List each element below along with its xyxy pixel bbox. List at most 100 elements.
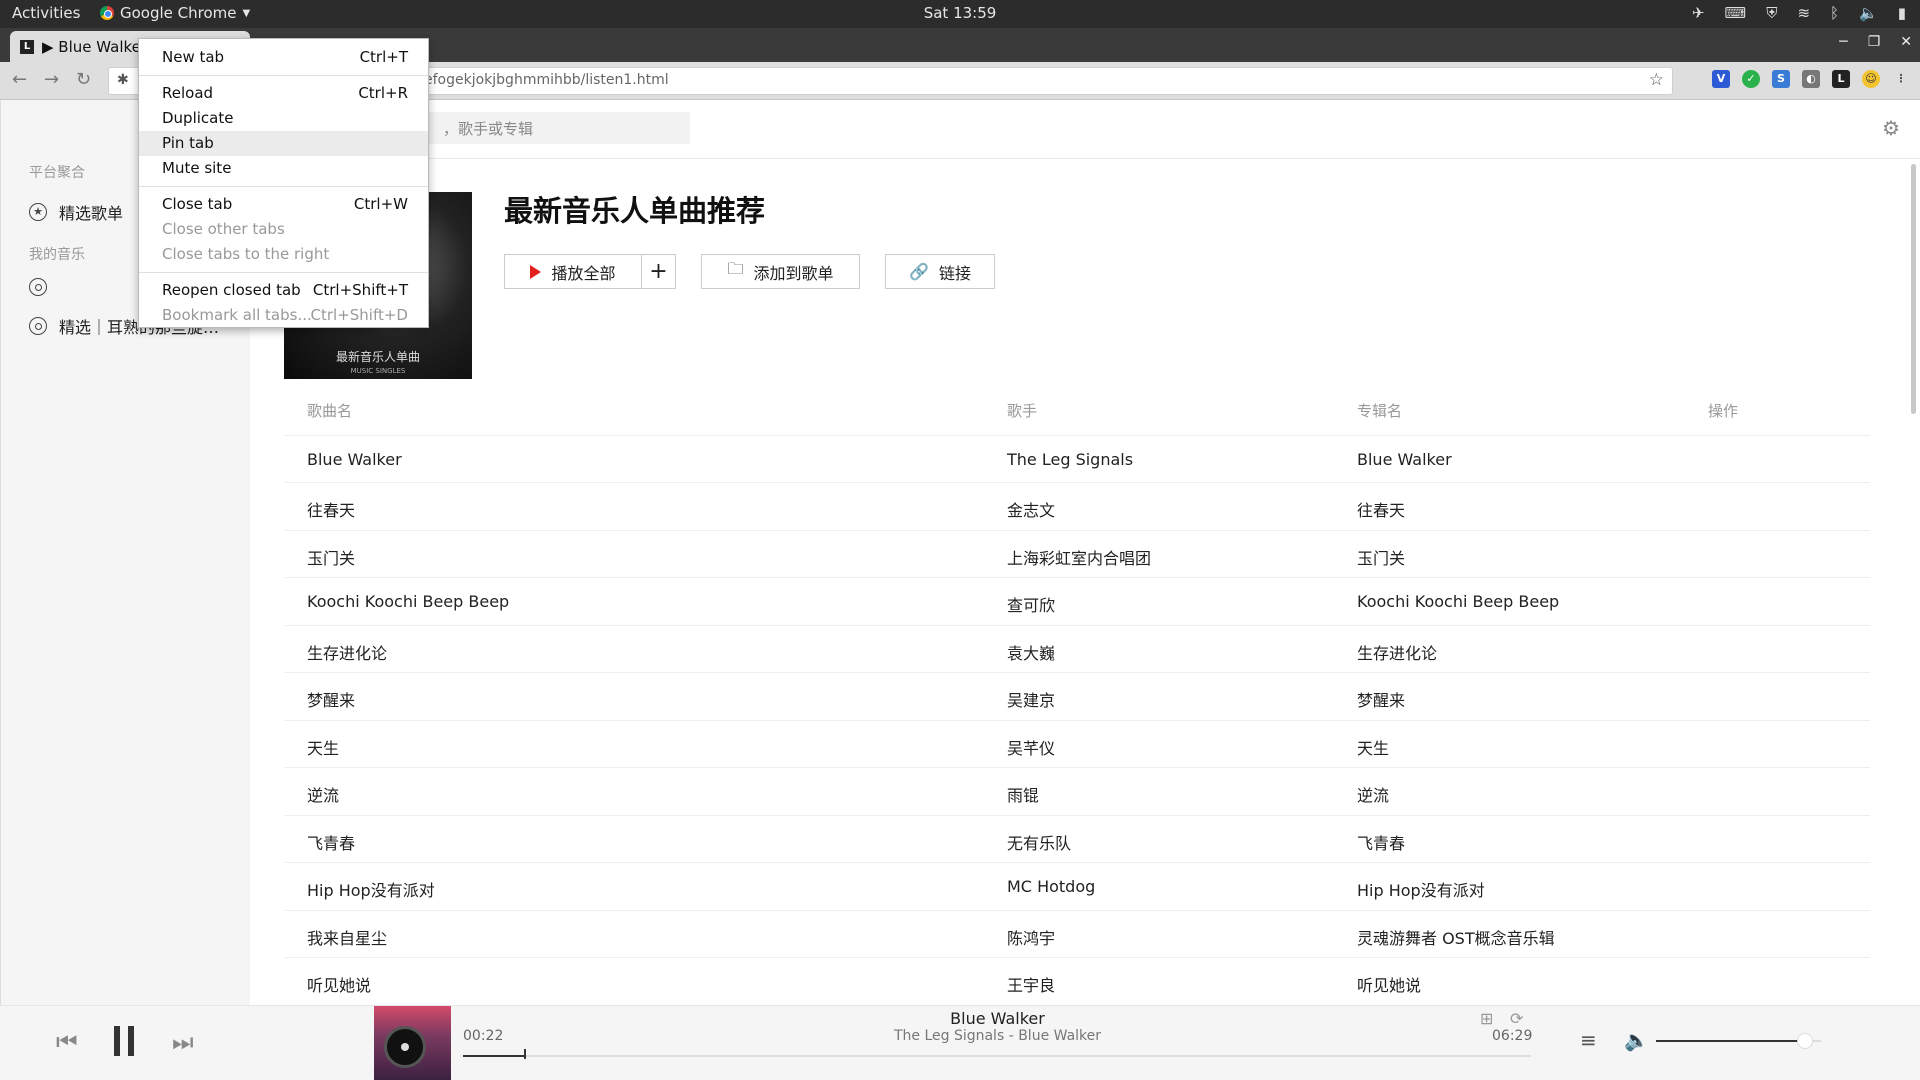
song-name[interactable]: 飞青春 [307,830,355,854]
menu-item-duplicate[interactable]: Duplicate [139,106,428,131]
album-name[interactable]: 往春天 [1357,497,1405,521]
table-row[interactable]: 飞青春 无有乐队 飞青春 [284,816,1870,863]
album-name[interactable]: Hip Hop没有派对 [1357,877,1485,901]
reload-icon[interactable]: ↻ [76,69,91,90]
wifi-icon[interactable]: ≋ [1797,4,1810,22]
app-menu[interactable]: Google Chrome ▼ [100,4,250,22]
album-name[interactable]: 生存进化论 [1357,640,1437,664]
artist-name[interactable]: 吴芊仪 [1007,735,1055,759]
settings-gear-icon[interactable]: ⚙ [1882,116,1900,140]
menu-item-bookmark-all-tabs[interactable]: Bookmark all tabs... Ctrl+Shift+D [139,303,428,328]
search-input[interactable]: ，歌手或专辑 [400,112,690,144]
artist-name[interactable]: 查可欣 [1007,592,1055,616]
artist-name[interactable]: 金志文 [1007,497,1055,521]
next-track-icon[interactable]: ⏭ [172,1028,194,1056]
table-row[interactable]: 我来自星尘 陈鸿宇 灵魂游舞者 OST概念音乐辑 [284,911,1870,958]
volume-icon[interactable]: 🔈 [1624,1028,1649,1052]
table-row[interactable]: Hip Hop没有派对 MC Hotdog Hip Hop没有派对 [284,863,1870,911]
menu-item-new-tab[interactable]: New tab Ctrl+T [139,45,428,70]
listen1-extension-icon[interactable]: L [1832,70,1850,88]
progress-bar[interactable] [463,1049,1531,1059]
check-extension-icon[interactable]: ✓ [1742,70,1760,88]
system-tray[interactable]: ✈ ⌨ ⛨ ≋ ᛒ 🔈 ▮ [1692,4,1906,22]
keyboard-icon[interactable]: ⌨ [1725,4,1747,22]
album-name[interactable]: 听见她说 [1357,972,1421,996]
album-name[interactable]: Koochi Koochi Beep Beep [1357,592,1559,611]
activities-button[interactable]: Activities [12,4,80,22]
song-name[interactable]: 往春天 [307,497,355,521]
album-name[interactable]: 飞青春 [1357,830,1405,854]
song-name[interactable]: 逆流 [307,782,339,806]
forward-icon[interactable]: → [44,69,59,90]
progress-handle[interactable] [523,1049,526,1059]
battery-icon[interactable]: ▮ [1898,4,1906,22]
shield-icon[interactable]: ⛨ [1766,4,1777,22]
album-name[interactable]: 天生 [1357,735,1389,759]
volume-icon[interactable]: 🔈 [1859,4,1878,22]
album-name[interactable]: 玉门关 [1357,545,1405,569]
link-button[interactable]: 🔗 链接 [885,254,995,289]
artist-name[interactable]: 雨锟 [1007,782,1039,806]
artist-name[interactable]: 无有乐队 [1007,830,1071,854]
table-row[interactable]: 听见她说 王宇良 听见她说 [284,958,1870,1006]
pause-button[interactable] [114,1026,142,1060]
song-name[interactable]: Blue Walker [307,450,402,469]
menu-item-reload[interactable]: Reload Ctrl+R [139,81,428,106]
profile-avatar-icon[interactable]: ☺ [1862,70,1880,88]
now-playing-cover[interactable] [374,1006,451,1080]
bookmark-star-icon[interactable]: ☆ [1649,70,1664,90]
vpn-extension-icon[interactable]: V [1712,70,1730,88]
volume-handle[interactable] [1796,1033,1813,1049]
song-name[interactable]: 梦醒来 [307,687,355,711]
menu-item-pin-tab[interactable]: Pin tab [139,131,428,156]
clock[interactable]: Sat 13:59 [0,4,1920,22]
volume-slider[interactable] [1656,1033,1821,1049]
play-all-button[interactable]: 播放全部 [504,254,642,289]
menu-item-close-tab[interactable]: Close tab Ctrl+W [139,192,428,217]
song-name[interactable]: Hip Hop没有派对 [307,877,435,901]
menu-item-close-tabs-to-the-right[interactable]: Close tabs to the right [139,242,428,267]
scrollbar[interactable] [1911,164,1916,414]
minimize-icon[interactable]: ─ [1839,34,1847,50]
table-row[interactable]: 生存进化论 袁大巍 生存进化论 [284,626,1870,673]
album-name[interactable]: 灵魂游舞者 OST概念音乐辑 [1357,925,1555,949]
table-row[interactable]: 梦醒来 吴建京 梦醒来 [284,673,1870,721]
add-to-queue-button[interactable]: + [641,254,676,289]
table-row[interactable]: 逆流 雨锟 逆流 [284,768,1870,816]
table-row[interactable]: 玉门关 上海彩虹室内合唱团 玉门关 [284,531,1870,578]
artist-name[interactable]: The Leg Signals [1007,450,1133,469]
ghost-extension-icon[interactable]: ◐ [1802,70,1820,88]
song-name[interactable]: 我来自星尘 [307,925,387,949]
table-row[interactable]: 天生 吴芊仪 天生 [284,721,1870,768]
song-name[interactable]: Koochi Koochi Beep Beep [307,592,509,611]
menu-item-reopen-closed-tab[interactable]: Reopen closed tab Ctrl+Shift+T [139,278,428,303]
artist-name[interactable]: 陈鸿宇 [1007,925,1055,949]
artist-name[interactable]: 上海彩虹室内合唱团 [1007,545,1151,569]
artist-name[interactable]: MC Hotdog [1007,877,1095,896]
menu-item-close-other-tabs[interactable]: Close other tabs [139,217,428,242]
maximize-icon[interactable]: ❐ [1868,34,1881,50]
song-name[interactable]: 生存进化论 [307,640,387,664]
table-row[interactable]: Koochi Koochi Beep Beep 查可欣 Koochi Koochi … [284,578,1870,626]
more-menu-icon[interactable]: ⋮ [1892,70,1910,88]
s-extension-icon[interactable]: S [1772,70,1790,88]
bluetooth-icon[interactable]: ᛒ [1830,4,1839,22]
sidebar-item-featured[interactable]: ★ 精选歌单 [29,200,123,224]
repeat-icon[interactable]: ⟳ [1510,1009,1523,1028]
table-row[interactable]: Blue Walker The Leg Signals Blue Walker [284,436,1870,483]
back-icon[interactable]: ← [12,69,27,90]
close-icon[interactable]: ✕ [1900,34,1912,50]
artist-name[interactable]: 王宇良 [1007,972,1055,996]
song-name[interactable]: 天生 [307,735,339,759]
telegram-icon[interactable]: ✈ [1692,4,1705,22]
add-to-playlist-icon[interactable]: ⊞ [1480,1009,1493,1028]
artist-name[interactable]: 袁大巍 [1007,640,1055,664]
sidebar-item-empty[interactable] [29,278,47,296]
artist-name[interactable]: 吴建京 [1007,687,1055,711]
album-name[interactable]: 梦醒来 [1357,687,1405,711]
queue-list-icon[interactable]: ≡ [1580,1028,1597,1052]
album-name[interactable]: Blue Walker [1357,450,1452,469]
song-name[interactable]: 听见她说 [307,972,371,996]
add-to-playlist-button[interactable]: 🗀 添加到歌单 [701,254,860,289]
album-name[interactable]: 逆流 [1357,782,1389,806]
